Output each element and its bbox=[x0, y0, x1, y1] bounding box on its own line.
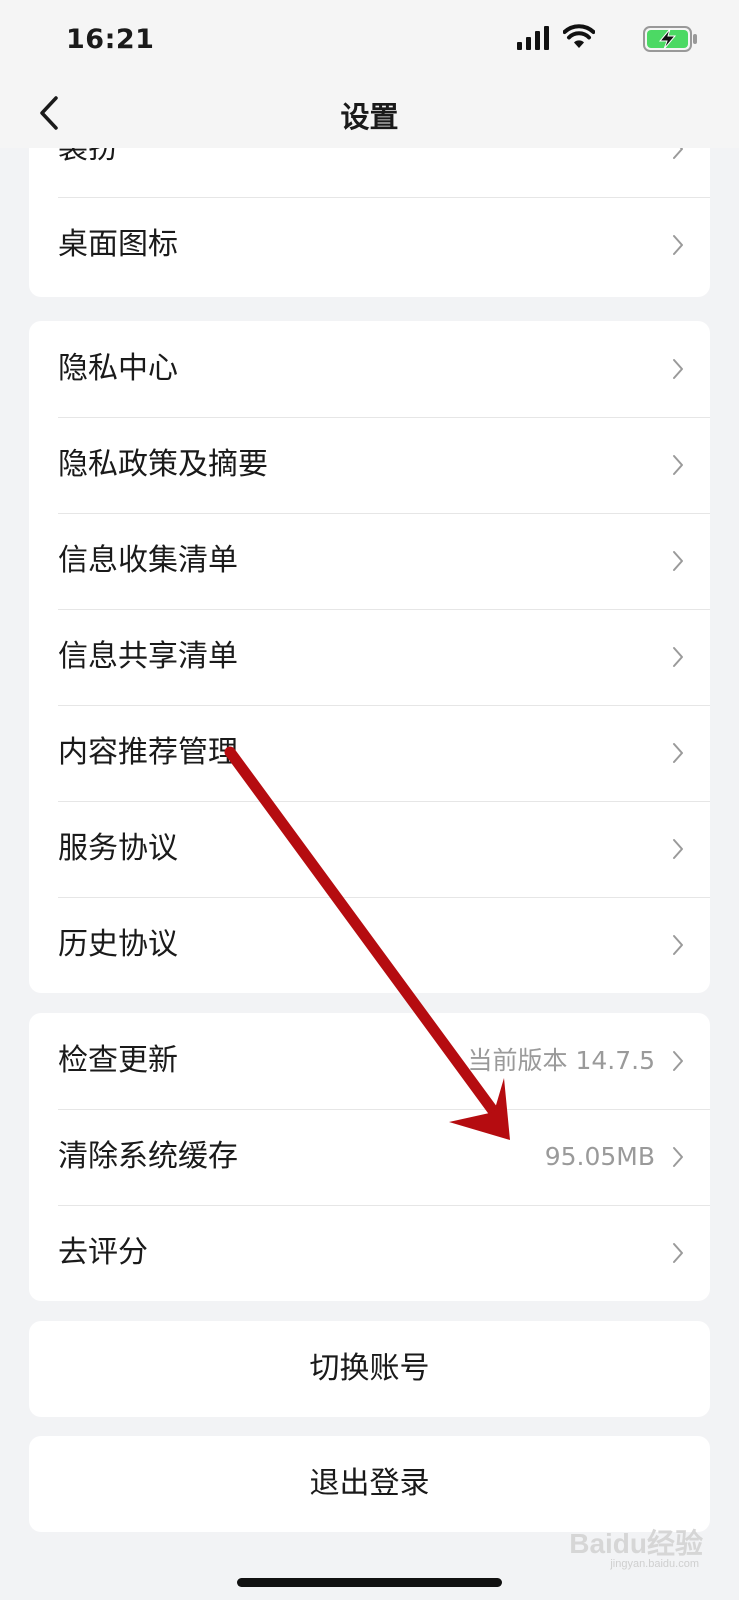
settings-item-check-update[interactable]: 检查更新 当前版本 14.7.5 bbox=[29, 1013, 710, 1109]
settings-item-label: 信息共享清单 bbox=[58, 639, 238, 674]
settings-item-label: 内容推荐管理 bbox=[58, 735, 238, 770]
settings-item-label: 桌面图标 bbox=[58, 227, 178, 262]
status-icons bbox=[499, 24, 699, 56]
status-bar: 16:21 bbox=[0, 0, 739, 80]
battery-charging-icon bbox=[643, 26, 697, 52]
chevron-right-icon bbox=[673, 1051, 683, 1071]
settings-item-label: 检查更新 bbox=[58, 1043, 178, 1078]
wifi-icon bbox=[563, 24, 595, 48]
chevron-right-icon bbox=[673, 551, 683, 571]
settings-item-label: 历史协议 bbox=[58, 927, 178, 962]
chevron-right-icon bbox=[673, 647, 683, 667]
switch-account-button[interactable]: 切换账号 bbox=[29, 1321, 710, 1417]
settings-item-label: 装扮 bbox=[58, 148, 118, 166]
chevron-right-icon bbox=[673, 935, 683, 955]
baidu-watermark-url: jingyan.baidu.com bbox=[610, 1558, 699, 1570]
logout-button[interactable]: 退出登录 bbox=[29, 1436, 710, 1532]
settings-item-label: 清除系统缓存 bbox=[58, 1139, 238, 1174]
settings-group-appearance: 装扮 桌面图标 bbox=[29, 148, 710, 297]
settings-item-privacy-center[interactable]: 隐私中心 bbox=[29, 321, 710, 417]
current-version-value: 当前版本 14.7.5 bbox=[467, 1046, 655, 1075]
page-title: 设置 bbox=[340, 100, 399, 134]
settings-item-privacy-policy[interactable]: 隐私政策及摘要 bbox=[29, 417, 710, 513]
chevron-right-icon bbox=[673, 455, 683, 475]
chevron-right-icon bbox=[673, 839, 683, 859]
settings-list: 装扮 桌面图标 隐私中心 隐私政策及摘要 信息收集清单 信息共享清单 内容推荐管… bbox=[0, 148, 739, 1600]
status-time: 16:21 bbox=[66, 24, 155, 55]
settings-item-history-agreement[interactable]: 历史协议 bbox=[29, 897, 710, 993]
settings-item-label: 隐私政策及摘要 bbox=[58, 447, 268, 482]
settings-item-rate-app[interactable]: 去评分 bbox=[29, 1205, 710, 1301]
settings-item-info-sharing-list[interactable]: 信息共享清单 bbox=[29, 609, 710, 705]
chevron-right-icon bbox=[673, 148, 683, 159]
chevron-right-icon bbox=[673, 1243, 683, 1263]
cellular-signal-icon bbox=[517, 26, 549, 50]
cache-size-value: 95.05MB bbox=[544, 1142, 655, 1171]
settings-item-label: 去评分 bbox=[58, 1235, 148, 1270]
chevron-right-icon bbox=[673, 235, 683, 255]
nav-bar: 设置 bbox=[0, 80, 739, 148]
settings-item-label: 隐私中心 bbox=[58, 351, 178, 386]
settings-item-service-agreement[interactable]: 服务协议 bbox=[29, 801, 710, 897]
chevron-right-icon bbox=[673, 359, 683, 379]
settings-item-content-recommendation[interactable]: 内容推荐管理 bbox=[29, 705, 710, 801]
settings-group-app: 检查更新 当前版本 14.7.5 清除系统缓存 95.05MB 去评分 bbox=[29, 1013, 710, 1301]
baidu-watermark: Baidu经验 bbox=[569, 1528, 703, 1559]
chevron-right-icon bbox=[673, 743, 683, 763]
chevron-right-icon bbox=[673, 1147, 683, 1167]
settings-group-privacy: 隐私中心 隐私政策及摘要 信息收集清单 信息共享清单 内容推荐管理 服务协议 历… bbox=[29, 321, 710, 993]
settings-item-clear-cache[interactable]: 清除系统缓存 95.05MB bbox=[29, 1109, 710, 1205]
settings-item-info-collection-list[interactable]: 信息收集清单 bbox=[29, 513, 710, 609]
home-indicator[interactable] bbox=[237, 1578, 502, 1587]
settings-item-dress-up[interactable]: 装扮 bbox=[29, 148, 710, 197]
settings-item-label: 服务协议 bbox=[58, 831, 178, 866]
settings-item-label: 信息收集清单 bbox=[58, 543, 238, 578]
settings-item-desktop-icon[interactable]: 桌面图标 bbox=[29, 197, 710, 293]
